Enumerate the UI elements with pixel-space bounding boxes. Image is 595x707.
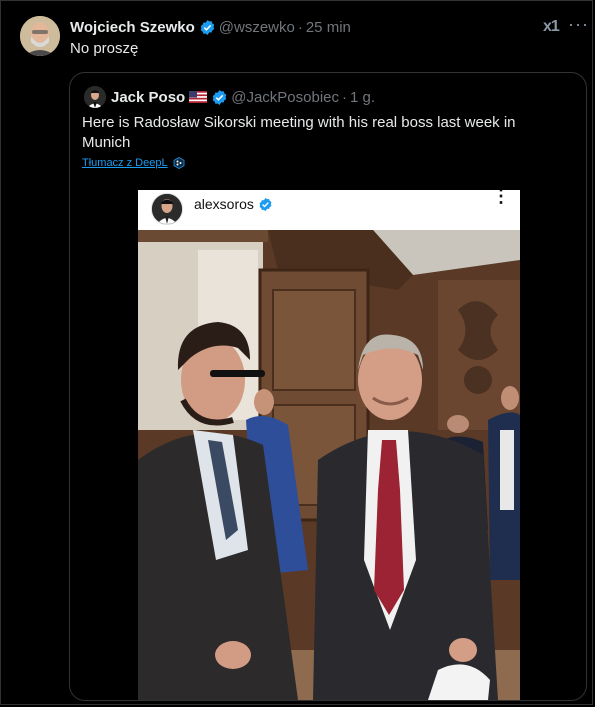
quoted-author-avatar[interactable] xyxy=(84,86,106,108)
header-separator: · xyxy=(297,18,303,36)
embedded-instagram-post[interactable]: alexsoros ⋮ xyxy=(138,190,520,700)
verified-badge-icon xyxy=(259,197,272,211)
quoted-tweet-timestamp[interactable]: 1 g. xyxy=(350,89,375,106)
grok-icon[interactable]: x1 xyxy=(543,18,560,36)
quoted-author-name[interactable]: Jack Poso xyxy=(111,89,185,106)
instagram-avatar[interactable] xyxy=(151,193,183,225)
instagram-account-name[interactable]: alexsoros xyxy=(194,196,254,212)
more-options-icon[interactable]: ··· xyxy=(568,14,589,35)
instagram-post-header: alexsoros ⋮ xyxy=(138,190,520,230)
tweet-timestamp[interactable]: 25 min xyxy=(306,19,351,36)
translate-link[interactable]: Tłumacz z DeepL xyxy=(82,157,185,169)
quoted-author-handle[interactable]: @JackPosobiec xyxy=(231,89,339,106)
author-name[interactable]: Wojciech Szewko xyxy=(70,19,195,36)
tweet-header: Wojciech Szewko @wszewko · 25 min xyxy=(70,17,351,37)
instagram-account[interactable]: alexsoros xyxy=(194,196,276,212)
author-avatar[interactable] xyxy=(20,16,60,56)
author-handle[interactable]: @wszewko xyxy=(219,19,295,36)
verified-badge-icon xyxy=(200,19,214,35)
translate-label[interactable]: Tłumacz z DeepL xyxy=(82,157,168,169)
header-separator: · xyxy=(342,88,347,106)
quoted-tweet-text: Here is Radosław Sikorski meeting with h… xyxy=(82,114,516,151)
quoted-tweet-header: Jack Poso @JackPosobiec · 1 g. xyxy=(111,87,375,107)
us-flag-icon xyxy=(189,91,208,103)
instagram-more-icon[interactable]: ⋮ xyxy=(492,190,510,205)
post-photo[interactable] xyxy=(138,230,520,700)
verified-badge-icon xyxy=(212,89,227,105)
deepl-icon xyxy=(173,157,184,169)
tweet-text: No proszę xyxy=(70,40,139,57)
quoted-tweet[interactable]: Jack Poso @JackPosobiec · 1 g. Here is R… xyxy=(69,72,587,701)
